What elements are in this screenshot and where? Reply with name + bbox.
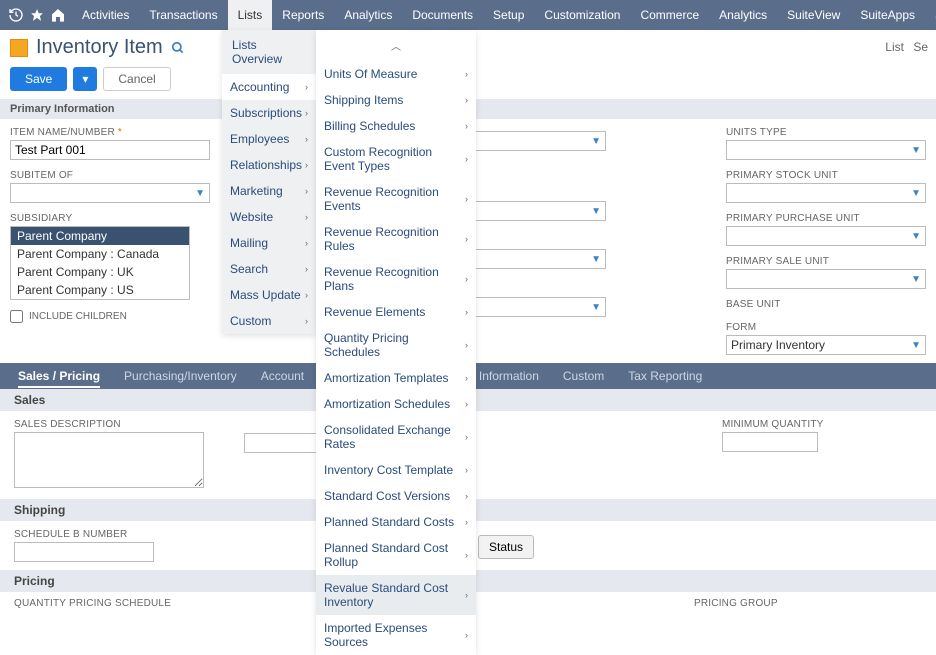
lists-menu-col2: ︿ Units Of Measure›Shipping Items›Billin… <box>316 30 476 655</box>
lists-overview-label: Lists Overview <box>232 38 306 66</box>
nav-setup[interactable]: Setup <box>483 0 534 30</box>
subsidiary-option[interactable]: Parent Company : US <box>11 281 189 299</box>
status-button[interactable]: Status <box>478 535 534 559</box>
nav-commerce[interactable]: Commerce <box>630 0 709 30</box>
search-link-truncated[interactable]: Se <box>913 40 928 54</box>
units-type-label: UNITS TYPE <box>726 127 926 138</box>
nav-customization[interactable]: Customization <box>534 0 630 30</box>
nav-support[interactable]: Support <box>925 0 936 30</box>
view-mode-links: List Se <box>879 40 928 54</box>
menu2-item[interactable]: Consolidated Exchange Rates› <box>316 417 476 457</box>
primary-sale-unit-label: PRIMARY SALE UNIT <box>726 256 926 267</box>
menu2-item[interactable]: Custom Recognition Event Types› <box>316 139 476 179</box>
menu2-item[interactable]: Billing Schedules› <box>316 113 476 139</box>
min-qty-label: MINIMUM QUANTITY <box>722 419 922 430</box>
sales-desc-input[interactable] <box>14 432 204 488</box>
pricing-group-label: PRICING GROUP <box>694 598 778 609</box>
form-label: FORM <box>726 322 926 333</box>
nav-reports[interactable]: Reports <box>272 0 334 30</box>
tab-purchasing-inventory[interactable]: Purchasing/Inventory <box>120 363 241 389</box>
tab-tax-reporting[interactable]: Tax Reporting <box>624 363 706 389</box>
subsidiary-option[interactable]: Parent Company : Canada <box>11 245 189 263</box>
save-button[interactable]: Save <box>10 67 67 91</box>
menu1-item[interactable]: Employees› <box>222 126 316 152</box>
menu2-item[interactable]: Imported Expenses Sources› <box>316 615 476 655</box>
include-children-checkbox[interactable] <box>10 310 23 323</box>
base-unit-label: BASE UNIT <box>726 299 926 310</box>
item-name-input[interactable] <box>10 140 210 160</box>
schedule-b-input[interactable] <box>14 542 154 562</box>
nav-transactions[interactable]: Transactions <box>139 0 227 30</box>
menu2-item[interactable]: Revenue Recognition Rules› <box>316 219 476 259</box>
units-type-select[interactable]: ▼ <box>726 140 926 160</box>
subsidiary-listbox[interactable]: Parent CompanyParent Company : CanadaPar… <box>10 226 190 300</box>
menu1-item[interactable]: Website› <box>222 204 316 230</box>
top-nav: ActivitiesTransactionsListsReportsAnalyt… <box>0 0 936 30</box>
star-icon[interactable] <box>30 3 44 27</box>
menu2-item[interactable]: Standard Cost Versions› <box>316 483 476 509</box>
menu2-item[interactable]: Revalue Standard Cost Inventory› <box>316 575 476 615</box>
menu2-item[interactable]: Planned Standard Cost Rollup› <box>316 535 476 575</box>
menu2-item[interactable]: Units Of Measure› <box>316 61 476 87</box>
primary-stock-unit-label: PRIMARY STOCK UNIT <box>726 170 926 181</box>
nav-lists[interactable]: Lists <box>228 0 273 30</box>
menu2-item[interactable]: Revenue Recognition Events› <box>316 179 476 219</box>
include-children-label: INCLUDE CHILDREN <box>29 311 127 322</box>
subitem-select[interactable]: ▼ <box>10 183 210 203</box>
menu2-item[interactable]: Amortization Schedules› <box>316 391 476 417</box>
tab-account[interactable]: Account <box>257 363 308 389</box>
nav-suiteapps[interactable]: SuiteApps <box>850 0 925 30</box>
menu1-item[interactable]: Relationships› <box>222 152 316 178</box>
primary-purchase-unit-label: PRIMARY PURCHASE UNIT <box>726 213 926 224</box>
tab-sales-pricing[interactable]: Sales / Pricing <box>14 363 104 389</box>
form-select[interactable]: Primary Inventory▼ <box>726 335 926 355</box>
nav-suiteview[interactable]: SuiteView <box>777 0 850 30</box>
home-icon[interactable] <box>50 3 66 27</box>
menu2-item[interactable]: Shipping Items› <box>316 87 476 113</box>
page-title: Inventory Item <box>36 36 163 59</box>
lists-overview-header[interactable]: Lists Overview <box>222 30 316 74</box>
lists-menu-col1: Lists Overview Accounting›Subscriptions›… <box>222 30 316 334</box>
nav-analytics[interactable]: Analytics <box>709 0 777 30</box>
subsidiary-option[interactable]: Parent Company <box>11 227 189 245</box>
menu2-item[interactable]: Revenue Recognition Plans› <box>316 259 476 299</box>
primary-sale-unit-select[interactable]: ▼ <box>726 269 926 289</box>
menu2-item[interactable]: Amortization Templates› <box>316 365 476 391</box>
menu1-item[interactable]: Mailing› <box>222 230 316 256</box>
primary-purchase-unit-select[interactable]: ▼ <box>726 226 926 246</box>
item-type-icon <box>10 39 28 57</box>
history-icon[interactable] <box>8 3 24 27</box>
menu2-item[interactable]: Quantity Pricing Schedules› <box>316 325 476 365</box>
menu1-item[interactable]: Marketing› <box>222 178 316 204</box>
nav-activities[interactable]: Activities <box>72 0 139 30</box>
menu1-item[interactable]: Custom› <box>222 308 316 334</box>
menu2-item[interactable]: Revenue Elements› <box>316 299 476 325</box>
sales-desc-label: SALES DESCRIPTION <box>14 419 204 430</box>
menu1-item[interactable]: Accounting› <box>222 74 316 100</box>
nav-documents[interactable]: Documents <box>402 0 483 30</box>
menu1-item[interactable]: Subscriptions› <box>222 100 316 126</box>
nav-analytics[interactable]: Analytics <box>334 0 402 30</box>
menu2-item[interactable]: Planned Standard Costs› <box>316 509 476 535</box>
tab-custom[interactable]: Custom <box>559 363 608 389</box>
menu1-item[interactable]: Search› <box>222 256 316 282</box>
subsidiary-option[interactable]: Parent Company : UK <box>11 263 189 281</box>
menu2-item[interactable]: Inventory Cost Template› <box>316 457 476 483</box>
list-link[interactable]: List <box>885 40 904 54</box>
save-dropdown-button[interactable]: ▾ <box>73 67 97 91</box>
menu-collapse-caret[interactable]: ︿ <box>316 30 476 61</box>
form-value: Primary Inventory <box>731 338 825 352</box>
primary-stock-unit-select[interactable]: ▼ <box>726 183 926 203</box>
menu1-item[interactable]: Mass Update› <box>222 282 316 308</box>
cancel-button[interactable]: Cancel <box>103 67 170 91</box>
min-qty-input[interactable] <box>722 432 818 452</box>
search-icon[interactable] <box>171 41 185 55</box>
